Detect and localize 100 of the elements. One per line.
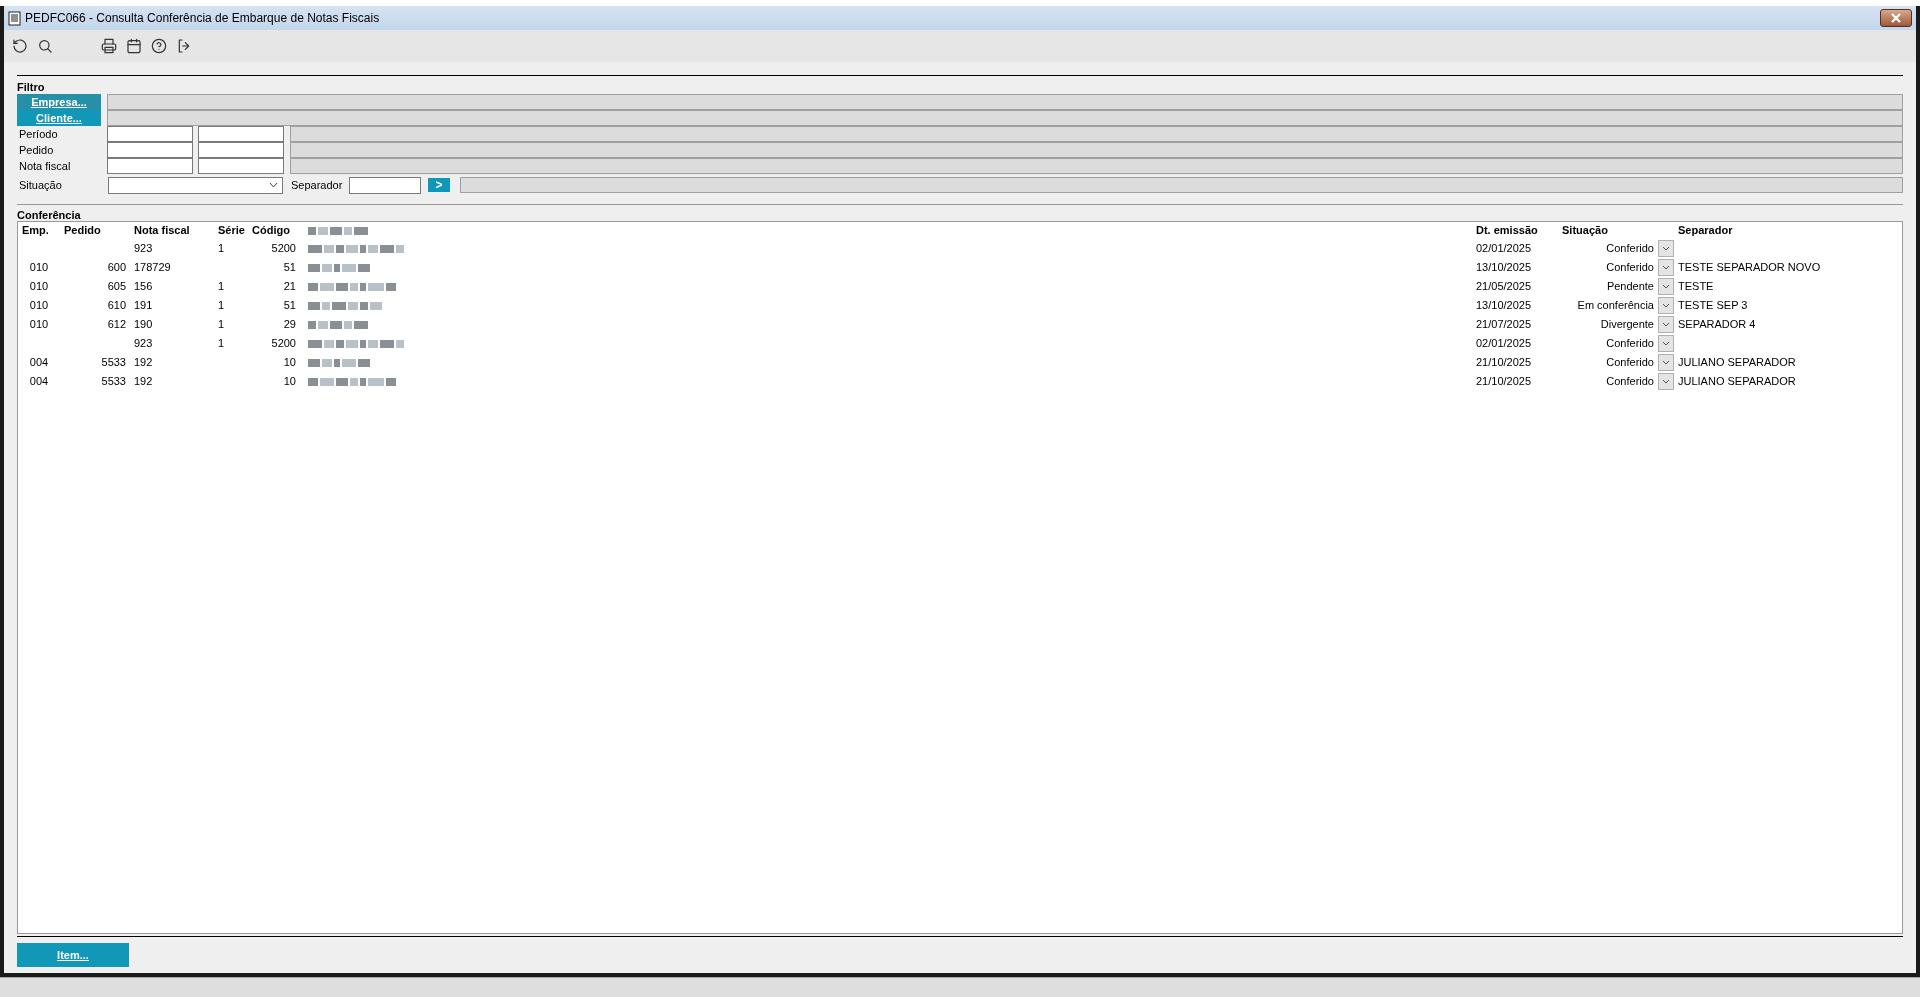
table-cell-text: 5200 bbox=[270, 241, 297, 257]
exit-icon[interactable] bbox=[176, 38, 192, 54]
chevron-down-icon bbox=[1662, 284, 1670, 289]
table-cell-text: 612 bbox=[106, 317, 127, 333]
table-cell-text: 010 bbox=[28, 279, 50, 295]
table-title: Conferência bbox=[17, 209, 82, 221]
column-header[interactable]: Pedido bbox=[60, 222, 130, 239]
table-cell-text: 5533 bbox=[100, 374, 127, 390]
printer-icon[interactable] bbox=[101, 38, 117, 54]
status-dropdown-button[interactable] bbox=[1658, 373, 1674, 390]
table-cell-text: 21/10/2025 bbox=[1475, 374, 1533, 390]
table-cell-text: 13/10/2025 bbox=[1475, 298, 1533, 314]
table-cell-text: 1 bbox=[217, 241, 226, 257]
table-cell: Em conferência bbox=[1558, 296, 1658, 315]
table-cell-text: 156 bbox=[133, 279, 154, 295]
column-header[interactable]: Dt. emissão bbox=[1472, 222, 1558, 239]
status-dropdown-button[interactable] bbox=[1658, 278, 1674, 295]
table-cell-text: 5533 bbox=[100, 355, 127, 371]
column-header[interactable]: Emp. bbox=[18, 222, 60, 239]
table-cell: TESTE SEPARADOR NOVO bbox=[1674, 258, 1902, 277]
table-cell-text: 21/07/2025 bbox=[1475, 317, 1533, 333]
status-dropdown[interactable] bbox=[108, 176, 283, 194]
status-dropdown-button[interactable] bbox=[1658, 297, 1674, 314]
table-cell-text: 010 bbox=[28, 298, 50, 314]
close-icon bbox=[1891, 13, 1901, 23]
table-cell-text: 605 bbox=[106, 279, 127, 295]
redacted-text bbox=[308, 320, 370, 329]
table-cell: SEPARADOR 4 bbox=[1674, 315, 1902, 334]
status-dropdown-button[interactable] bbox=[1658, 259, 1674, 276]
table-cell-text: 10 bbox=[282, 355, 297, 371]
table-cell-text: 600 bbox=[106, 260, 127, 276]
table-cell-text: 02/01/2025 bbox=[1475, 336, 1533, 352]
table-cell: JULIANO SEPARADOR bbox=[1674, 372, 1902, 391]
table-cell-text: 29 bbox=[282, 317, 297, 333]
table-cell-text: 191 bbox=[133, 298, 154, 314]
chevron-down-icon bbox=[1662, 265, 1670, 270]
from-field[interactable] bbox=[107, 126, 193, 142]
table-cell: JULIANO SEPARADOR bbox=[1674, 353, 1902, 372]
redacted-text bbox=[308, 226, 370, 235]
chevron-down-icon bbox=[1662, 341, 1670, 346]
to-field[interactable] bbox=[198, 126, 284, 142]
table-cell-text: 1 bbox=[217, 298, 226, 314]
table-cell-text: 51 bbox=[282, 260, 297, 276]
table-cell-text: 21 bbox=[282, 279, 297, 295]
company-button[interactable]: Empresa... bbox=[17, 94, 101, 110]
table-cell-text: 192 bbox=[133, 355, 154, 371]
table-cell-text: 13/10/2025 bbox=[1475, 260, 1533, 276]
redacted-text bbox=[308, 263, 372, 272]
table-cell: Conferido bbox=[1558, 334, 1658, 353]
table-cell: Conferido bbox=[1558, 353, 1658, 372]
document-icon bbox=[8, 10, 21, 26]
chevron-down-icon bbox=[1662, 379, 1670, 384]
table-cell-text: 5200 bbox=[270, 336, 297, 352]
from-field[interactable] bbox=[107, 142, 193, 158]
chevron-down-icon bbox=[1662, 322, 1670, 327]
status-dropdown-button[interactable] bbox=[1658, 335, 1674, 352]
column-header[interactable]: Série bbox=[214, 222, 248, 239]
to-field[interactable] bbox=[198, 158, 284, 174]
table-cell: Divergente bbox=[1558, 315, 1658, 334]
table-cell-text: 51 bbox=[282, 298, 297, 314]
field-label: Situação bbox=[18, 177, 63, 193]
status-dropdown-button[interactable] bbox=[1658, 240, 1674, 257]
table-cell-text: 610 bbox=[106, 298, 127, 314]
table-cell-text: 010 bbox=[28, 260, 50, 276]
column-header[interactable]: Separador bbox=[1674, 222, 1902, 239]
status-dropdown-button[interactable] bbox=[1658, 316, 1674, 333]
table-cell-text: 1 bbox=[217, 279, 226, 295]
table-cell-text: 10 bbox=[282, 374, 297, 390]
chevron-down-icon bbox=[1662, 303, 1670, 308]
field-label: Pedido bbox=[18, 143, 55, 158]
table-cell-text: 923 bbox=[133, 336, 154, 352]
help-icon[interactable] bbox=[151, 38, 167, 54]
table-cell-text: 02/01/2025 bbox=[1475, 241, 1533, 257]
separator-field[interactable] bbox=[349, 176, 421, 194]
table-cell-text: 21/10/2025 bbox=[1475, 355, 1533, 371]
table-cell-text: 1 bbox=[217, 336, 226, 352]
table-cell-text: 004 bbox=[28, 355, 50, 371]
chevron-down-icon bbox=[1662, 246, 1670, 251]
table-cell: TESTE SEP 3 bbox=[1674, 296, 1902, 315]
from-field[interactable] bbox=[107, 158, 193, 174]
column-header[interactable]: Situação bbox=[1558, 222, 1674, 239]
calendar-icon[interactable] bbox=[126, 38, 142, 54]
table-cell-text: 178729 bbox=[133, 260, 172, 276]
table-cell: TESTE bbox=[1674, 277, 1902, 296]
close-button[interactable] bbox=[1880, 9, 1912, 27]
undo-icon[interactable] bbox=[12, 38, 28, 54]
window-title: PEDFC066 - Consulta Conferência de Embarque de Notas Fiscais bbox=[25, 10, 380, 27]
to-field[interactable] bbox=[198, 142, 284, 158]
status-dropdown-button[interactable] bbox=[1658, 354, 1674, 371]
table-cell-text: 923 bbox=[133, 241, 154, 257]
table-cell-text: 192 bbox=[133, 374, 154, 390]
table-cell: Pendente bbox=[1558, 277, 1658, 296]
table-cell-text: 010 bbox=[28, 317, 50, 333]
search-icon[interactable] bbox=[37, 38, 53, 54]
column-header[interactable]: Código bbox=[248, 222, 300, 239]
column-header[interactable]: Nota fiscal bbox=[130, 222, 214, 239]
field-label: Período bbox=[18, 127, 59, 142]
table-cell-text: 1 bbox=[217, 317, 226, 333]
redacted-text bbox=[308, 358, 372, 367]
table-cell: Conferido bbox=[1558, 372, 1658, 391]
